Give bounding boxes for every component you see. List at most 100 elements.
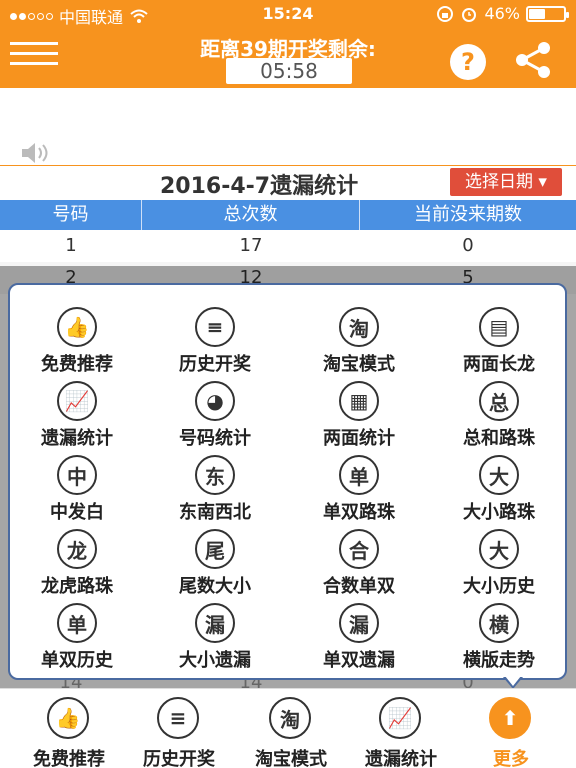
header: 中国联通 15:24 46% 距离39期开奖剩余: 05:58 ? [0,0,576,88]
status-right: 46% [436,4,569,23]
help-icon[interactable]: ? [450,44,486,80]
hamburger-menu-icon[interactable] [10,42,60,66]
pie-chart-icon: ◕ [195,381,235,421]
menu-item-label: 单双历史 [41,650,113,671]
dong-icon: 东 [195,455,235,495]
rotation-lock-icon [437,5,454,22]
list-icon: ≡ [157,697,199,739]
menu-item-label: 免费推荐 [41,354,113,375]
battery-icon [526,5,569,22]
tab-list[interactable]: ≡ 历史开奖 [124,697,234,768]
menu-item[interactable]: 📈 遗漏统计 [12,381,142,451]
menu-item[interactable]: ≡ 历史开奖 [150,307,280,377]
table-row[interactable]: 1 17 0 [0,230,576,262]
menu-item-label: 两面统计 [323,428,395,449]
menu-item-label: 单双路珠 [323,502,395,523]
document-icon: ▤ [479,307,519,347]
menu-item-label: 单双遗漏 [323,650,395,671]
tab-line-chart[interactable]: 📈 遗漏统计 [346,697,456,768]
tao-icon: 淘 [269,697,311,739]
app-screen: 中国联通 15:24 46% 距离39期开奖剩余: 05:58 ? 2016-4… [0,0,576,768]
heng-icon: 横 [479,603,519,643]
table-header: 号码 总次数 当前没来期数 [0,200,576,230]
newspaper-icon: ▦ [339,381,379,421]
dan-icon: 单 [339,455,379,495]
stats-title: 2016-4-7遗漏统计 [160,174,359,199]
tab-thumbs-up[interactable]: 👍 免费推荐 [14,697,124,768]
da-history-icon: 大 [479,529,519,569]
line-chart-icon: 📈 [57,381,97,421]
menu-item-label: 淘宝模式 [323,354,395,375]
menu-item-label: 总和路珠 [463,428,535,449]
notice-banner [0,88,576,166]
menu-item[interactable]: 漏单双遗漏 [294,603,424,673]
popup-pointer-inner [505,676,521,686]
menu-item-label: 历史开奖 [179,354,251,375]
table-cell: 1 [65,235,77,256]
tab-label: 更多 [493,749,529,768]
column-header-total: 总次数 [142,200,360,230]
menu-item[interactable]: 大大小历史 [434,529,564,599]
menu-item[interactable]: ▦ 两面统计 [294,381,424,451]
menu-item-label: 遗漏统计 [41,428,113,449]
bottom-tab-bar: 👍 免费推荐 ≡ 历史开奖 淘淘宝模式 📈 遗漏统计 ⬆ 更多 [0,688,576,768]
menu-item[interactable]: 中中发白 [12,455,142,525]
da-icon: 大 [479,455,519,495]
tab-up-arrow[interactable]: ⬆ 更多 [456,697,566,768]
up-arrow-icon: ⬆ [489,697,531,739]
thumbs-up-icon: 👍 [57,307,97,347]
zong-icon: 总 [479,381,519,421]
column-header-number: 号码 [0,200,142,230]
lou-icon: 漏 [195,603,235,643]
menu-item[interactable]: 总总和路珠 [434,381,564,451]
menu-item-label: 横版走势 [463,650,535,671]
menu-item-label: 中发白 [50,502,104,523]
menu-item-label: 东南西北 [179,502,251,523]
zhong-icon: 中 [57,455,97,495]
tab-tao[interactable]: 淘淘宝模式 [236,697,346,768]
table-cell: 0 [462,235,474,256]
status-bar: 中国联通 15:24 46% [0,0,576,28]
pick-date-button[interactable]: 选择日期 ▾ [450,168,562,196]
menu-item[interactable]: 👍 免费推荐 [12,307,142,377]
menu-item[interactable]: 单单双历史 [12,603,142,673]
more-menu-popup: 👍 免费推荐 ≡ 历史开奖 淘淘宝模式 ▤ 两面长龙 📈 遗漏统计 ◕ 号码统计 ▦ 两面统计 总总和路珠… [8,283,567,680]
column-header-missing: 当前没来期数 [414,204,522,225]
menu-item-label: 合数单双 [323,576,395,597]
alarm-icon [462,7,477,22]
menu-item-label: 大小历史 [463,576,535,597]
menu-item-label: 尾数大小 [179,576,251,597]
battery-percent: 46% [484,4,520,23]
dan-history-icon: 单 [57,603,97,643]
menu-item-label: 大小遗漏 [179,650,251,671]
menu-item[interactable]: 尾尾数大小 [150,529,280,599]
table-cell: 17 [239,235,263,256]
tao-icon: 淘 [339,307,379,347]
menu-item[interactable]: 单单双路珠 [294,455,424,525]
menu-item[interactable]: 东东南西北 [150,455,280,525]
menu-item[interactable]: ▤ 两面长龙 [434,307,564,377]
he-icon: 合 [339,529,379,569]
menu-item-label: 大小路珠 [463,502,535,523]
menu-item-label: 号码统计 [179,428,251,449]
menu-item-label: 龙虎路珠 [41,576,113,597]
tab-label: 淘宝模式 [255,749,327,768]
menu-item-label: 两面长龙 [463,354,535,375]
tab-label: 免费推荐 [33,749,105,768]
menu-item[interactable]: 合合数单双 [294,529,424,599]
tab-label: 历史开奖 [143,749,215,768]
menu-item[interactable]: 漏大小遗漏 [150,603,280,673]
countdown-timer: 05:58 [226,58,352,84]
speaker-icon[interactable] [20,141,54,165]
share-icon[interactable] [512,40,554,80]
tab-label: 遗漏统计 [365,749,437,768]
menu-item[interactable]: 大大小路珠 [434,455,564,525]
line-chart-icon: 📈 [379,697,421,739]
menu-item[interactable]: 龙龙虎路珠 [12,529,142,599]
thumbs-up-icon: 👍 [47,697,89,739]
menu-item[interactable]: 淘淘宝模式 [294,307,424,377]
long-icon: 龙 [57,529,97,569]
menu-item[interactable]: ◕ 号码统计 [150,381,280,451]
wei-icon: 尾 [195,529,235,569]
menu-item[interactable]: 横横版走势 [434,603,564,673]
